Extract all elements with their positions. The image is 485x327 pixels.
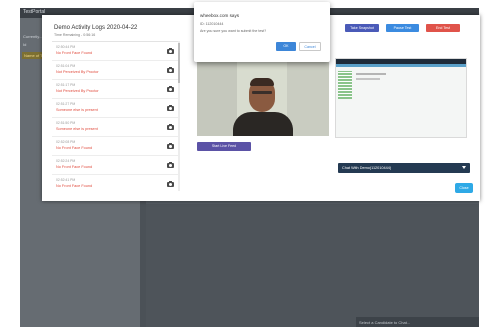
left-panel-line: Id: [23, 42, 27, 47]
log-message: Someone else is present: [56, 108, 98, 112]
log-item: 02:51:50 PM Someone else is present: [52, 118, 180, 137]
log-time: 02:52:08 PM: [56, 140, 76, 144]
candidate-screen-capture: [335, 58, 467, 138]
screen-text-line: [356, 73, 386, 75]
log-item: 02:50:44 PM No Front Face Found: [52, 42, 180, 61]
camera-icon[interactable]: [167, 48, 174, 54]
log-time: 02:51:50 PM: [56, 121, 76, 125]
candidate-video-feed: [197, 58, 329, 136]
candidate-body: [233, 112, 293, 136]
log-time: 02:51:04 PM: [56, 64, 76, 68]
camera-icon[interactable]: [167, 124, 174, 130]
time-remaining: Time Remaining - 0:56:16: [54, 33, 96, 37]
camera-icon[interactable]: [167, 181, 174, 187]
log-item: 02:52:08 PM No Front Face Found: [52, 137, 180, 156]
camera-icon[interactable]: [167, 105, 174, 111]
log-time: 02:51:17 PM: [56, 83, 76, 87]
chevron-down-icon: [462, 166, 466, 169]
log-item: 02:51:17 PM Not Perceived By Proctor: [52, 80, 180, 99]
activity-log-list[interactable]: 02:50:44 PM No Front Face Found 02:51:04…: [52, 41, 180, 192]
screen-question-grid: [338, 71, 352, 99]
dialog-title: wheebox.com says: [200, 13, 240, 18]
chat-footer[interactable]: Select a Candidate to Chat...: [356, 317, 479, 327]
close-button[interactable]: Close: [455, 183, 473, 193]
candidate-hair: [250, 78, 274, 86]
log-message: Not Perceived By Proctor: [56, 70, 99, 74]
screen-text-line: [356, 78, 380, 80]
log-scrollbar-thumb[interactable]: [178, 43, 180, 83]
chat-footer-label: Select a Candidate to Chat...: [359, 320, 411, 325]
dialog-ok-button[interactable]: OK: [276, 42, 296, 51]
log-message: Not Perceived By Proctor: [56, 89, 99, 93]
log-message: No Front Face Found: [56, 165, 93, 169]
log-time: 02:52:24 PM: [56, 159, 76, 163]
end-test-button[interactable]: End Test: [426, 24, 460, 32]
log-time: 02:50:44 PM: [56, 45, 76, 49]
log-message: No Front Face Found: [56, 146, 93, 150]
log-time: 02:52:41 PM: [56, 178, 76, 182]
video-background: [287, 58, 329, 136]
log-message: No Front Face Found: [56, 51, 93, 55]
camera-icon[interactable]: [167, 162, 174, 168]
video-background: [197, 58, 237, 136]
log-time: 02:51:27 PM: [56, 102, 76, 106]
candidate-glasses: [252, 91, 272, 94]
take-snapshot-button[interactable]: Take Snapshot: [345, 24, 379, 32]
log-message: No Front Face Found: [56, 184, 93, 188]
chat-select-value: Chat With Demo(112010444): [342, 166, 392, 170]
camera-icon[interactable]: [167, 67, 174, 73]
chat-select-dropdown[interactable]: Chat With Demo(112010444): [338, 163, 470, 173]
screen-nav-strip: [336, 64, 466, 67]
log-item: 02:52:24 PM No Front Face Found: [52, 156, 180, 175]
log-item: 02:52:41 PM No Front Face Found: [52, 175, 180, 192]
dialog-cancel-button[interactable]: Cancel: [299, 42, 321, 51]
modal-title: Demo Activity Logs 2020-04-22: [54, 25, 138, 31]
content-area: [146, 204, 479, 327]
dialog-id: ID: 112010444: [200, 22, 224, 26]
camera-icon[interactable]: [167, 143, 174, 149]
log-item: 02:51:04 PM Not Perceived By Proctor: [52, 61, 180, 80]
log-message: Someone else is present: [56, 127, 98, 131]
dialog-message: Are you sure you want to submit the test…: [200, 29, 267, 33]
confirm-dialog: wheebox.com says ID: 112010444 Are you s…: [194, 2, 330, 62]
start-live-feed-button[interactable]: Start Live Feed: [197, 142, 251, 151]
log-item: 02:51:27 PM Someone else is present: [52, 99, 180, 118]
pause-test-button[interactable]: Pause Test: [386, 24, 419, 32]
camera-icon[interactable]: [167, 86, 174, 92]
left-panel-line: Currently...: [23, 34, 43, 39]
